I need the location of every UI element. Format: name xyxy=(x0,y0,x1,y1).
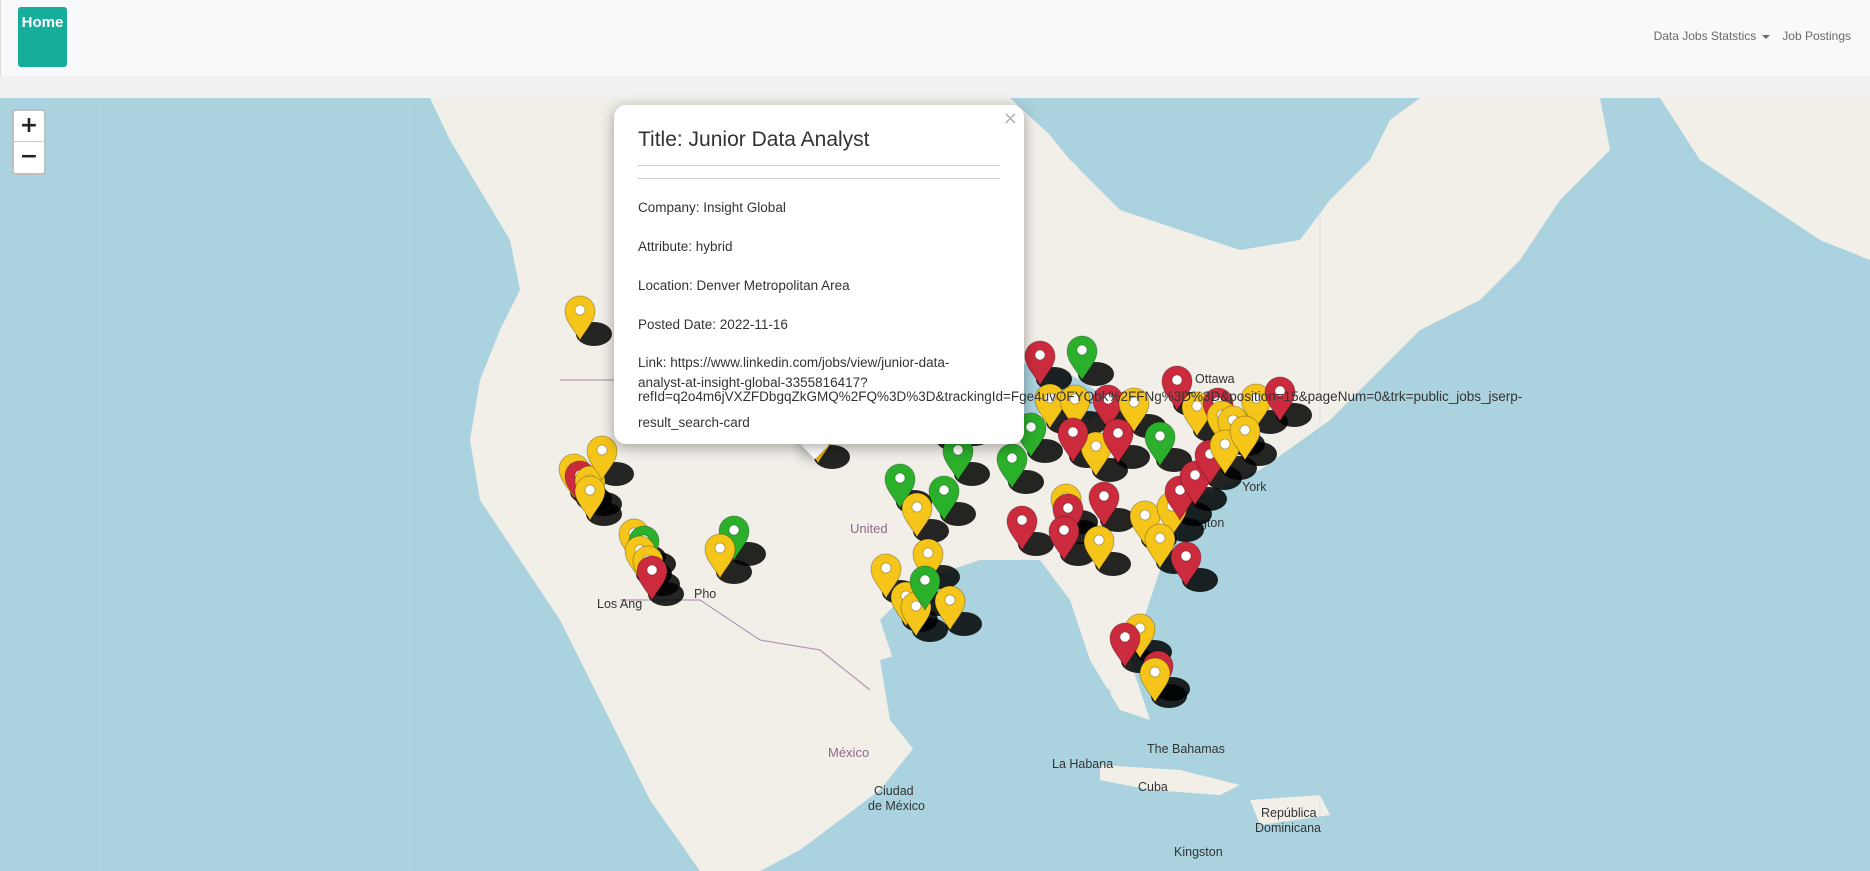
label-la-habana: La Habana xyxy=(1052,757,1113,771)
label-bahamas: The Bahamas xyxy=(1147,742,1225,756)
label-cuba: Cuba xyxy=(1138,780,1168,794)
label-mexico: México xyxy=(828,745,869,760)
divider xyxy=(638,165,1000,166)
popup-location: Location: Denver Metropolitan Area xyxy=(638,278,850,293)
label-phoenix: Pho xyxy=(694,587,716,601)
zoom-out-button[interactable]: − xyxy=(14,142,44,173)
nav-links: Data Jobs Statstics Job Postings xyxy=(1654,29,1851,43)
stats-dropdown[interactable]: Data Jobs Statstics xyxy=(1654,29,1771,43)
zoom-in-button[interactable]: + xyxy=(14,111,44,142)
label-ciudad: Ciudad xyxy=(874,784,914,798)
close-icon[interactable]: × xyxy=(1003,108,1018,129)
label-kingston: Kingston xyxy=(1174,845,1223,859)
label-york: York xyxy=(1242,480,1267,494)
label-republica: República xyxy=(1261,806,1317,820)
popup-company: Company: Insight Global xyxy=(638,200,786,215)
stats-dropdown-label: Data Jobs Statstics xyxy=(1653,29,1757,43)
popup-title: Title: Junior Data Analyst xyxy=(638,128,870,151)
label-de-mexico: de México xyxy=(868,799,925,813)
navbar-spacer xyxy=(0,76,1870,98)
label-dominicana: Dominicana xyxy=(1255,821,1321,835)
popup-attribute: Attribute: hybrid xyxy=(638,239,733,254)
zoom-control: + − xyxy=(12,109,46,175)
popup-link-line4: result_search-card xyxy=(638,415,750,430)
job-postings-link[interactable]: Job Postings xyxy=(1782,29,1851,43)
popup-posted-date: Posted Date: 2022-11-16 xyxy=(638,317,788,332)
label-united: United xyxy=(850,521,888,536)
divider xyxy=(638,178,1000,179)
caret-down-icon xyxy=(1762,34,1771,39)
popup-link-line3[interactable]: refId=q2o4m6jVXZFDbgqZkGMQ%2FQ%3D%3D&tra… xyxy=(638,387,1522,407)
navbar: Home Data Jobs Statstics Job Postings xyxy=(0,0,1870,76)
label-los-angeles: Los Ang xyxy=(597,597,642,611)
label-ottawa: Ottawa xyxy=(1195,372,1235,386)
home-button[interactable]: Home xyxy=(18,7,67,67)
popup-link-line1: Link: https://www.linkedin.com/jobs/view… xyxy=(638,355,950,370)
